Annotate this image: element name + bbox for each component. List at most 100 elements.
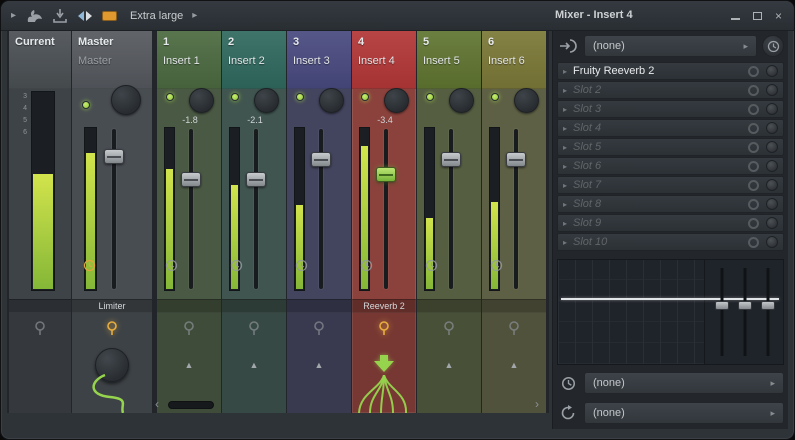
input-options-knob[interactable] [762, 35, 784, 57]
cycle-icon[interactable] [557, 402, 579, 424]
plug-icon[interactable] [106, 320, 119, 342]
horizontal-scrollbar[interactable]: ‹ › [153, 399, 539, 411]
slot-enable-ring[interactable] [748, 142, 759, 153]
clock-icon[interactable] [295, 259, 308, 277]
route-down-arrow-icon[interactable] [374, 355, 394, 377]
pan-knob[interactable] [384, 88, 409, 113]
effect-slot[interactable]: ▸ Slot 9 [557, 214, 784, 232]
audio-input-icon[interactable] [557, 35, 579, 57]
slot-mix-knob[interactable] [766, 179, 778, 191]
mute-led[interactable] [426, 93, 434, 101]
channel-header[interactable]: 6 Insert 6 [482, 31, 546, 89]
swan-icon[interactable] [25, 9, 43, 23]
mute-led[interactable] [491, 93, 499, 101]
effect-slot[interactable]: ▸ Slot 7 [557, 176, 784, 194]
slot-enable-ring[interactable] [748, 199, 759, 210]
effect-slot[interactable]: ▸ Slot 10 [557, 233, 784, 251]
slot-enable-ring[interactable] [748, 123, 759, 134]
mixer-channel[interactable]: Master Master Limiter [72, 31, 152, 413]
mixer-channel[interactable]: 3 Insert 3 ▲ [287, 31, 351, 413]
pan-knob[interactable] [319, 88, 344, 113]
route-up-arrow-icon[interactable]: ▲ [445, 360, 454, 370]
mute-led[interactable] [231, 93, 239, 101]
mixer-channel[interactable]: 4 Insert 4 -3.4 Reeverb 2 [352, 31, 416, 413]
slot-mix-knob[interactable] [766, 160, 778, 172]
color-swatch-icon[interactable] [102, 11, 117, 21]
pan-knob[interactable] [111, 85, 141, 115]
eq-band-low-fader[interactable] [714, 268, 730, 356]
fader-handle[interactable] [104, 149, 124, 164]
route-up-arrow-icon[interactable]: ▲ [185, 360, 194, 370]
route-up-arrow-icon[interactable]: ▲ [250, 360, 259, 370]
pan-knob[interactable] [254, 88, 279, 113]
slot-mix-knob[interactable] [766, 103, 778, 115]
fader-handle[interactable] [311, 152, 331, 167]
route-up-arrow-icon[interactable]: ▲ [510, 360, 519, 370]
clock-icon[interactable] [490, 259, 503, 277]
slot-mix-knob[interactable] [766, 198, 778, 210]
scroll-left-icon[interactable]: ‹ [155, 398, 159, 410]
effect-slot[interactable]: ▸ Slot 5 [557, 138, 784, 156]
channel-header[interactable]: 2 Insert 2 [222, 31, 286, 89]
pan-knob[interactable] [449, 88, 474, 113]
channel-header[interactable]: 4 Insert 4 [352, 31, 416, 89]
volume-fader[interactable] [441, 127, 461, 291]
channel-header[interactable]: 3 Insert 3 [287, 31, 351, 89]
slot-enable-ring[interactable] [748, 161, 759, 172]
fader-handle[interactable] [181, 172, 201, 187]
volume-fader[interactable] [376, 127, 396, 291]
fader-handle[interactable] [441, 152, 461, 167]
slot-enable-ring[interactable] [748, 66, 759, 77]
clock-icon[interactable] [165, 259, 178, 277]
menu-arrow-icon[interactable]: ▸ [11, 10, 16, 21]
mixer-channel[interactable]: 2 Insert 2 -2.1 ▲ [222, 31, 286, 413]
effect-slot[interactable]: ▸ Slot 4 [557, 119, 784, 137]
effect-slot[interactable]: ▸ Fruity Reeverb 2 [557, 62, 784, 80]
mute-led[interactable] [82, 101, 90, 109]
slot-mix-knob[interactable] [766, 236, 778, 248]
plug-icon[interactable] [183, 320, 196, 342]
slot-enable-ring[interactable] [748, 218, 759, 229]
route-up-arrow-icon[interactable]: ▲ [315, 360, 324, 370]
eq-band-high-fader[interactable] [760, 268, 776, 356]
minimize-button[interactable] [731, 13, 740, 20]
channel-header[interactable]: 1 Insert 1 [157, 31, 221, 89]
volume-fader[interactable] [181, 127, 201, 291]
effect-slot[interactable]: ▸ Slot 3 [557, 100, 784, 118]
volume-fader[interactable] [311, 127, 331, 291]
mute-led[interactable] [296, 93, 304, 101]
clock-icon[interactable] [360, 259, 373, 277]
channel-header[interactable]: Current [9, 31, 71, 89]
plug-icon[interactable] [378, 320, 391, 342]
plug-icon[interactable] [443, 320, 456, 342]
plug-icon[interactable] [313, 320, 326, 342]
mixer-channel[interactable]: 1 Insert 1 -1.8 ▲ [157, 31, 221, 413]
volume-fader[interactable] [506, 127, 526, 291]
mute-led[interactable] [361, 93, 369, 101]
slot-enable-ring[interactable] [748, 180, 759, 191]
effect-slot[interactable]: ▸ Slot 2 [557, 81, 784, 99]
pan-knob[interactable] [189, 88, 214, 113]
input-source-select[interactable]: (none) ▸ [584, 35, 757, 57]
channel-header[interactable]: 5 Insert 5 [417, 31, 481, 89]
fader-handle[interactable] [246, 172, 266, 187]
eq-display[interactable] [557, 259, 784, 365]
effect-slot[interactable]: ▸ Slot 8 [557, 195, 784, 213]
fader-handle[interactable] [376, 167, 396, 182]
volume-fader[interactable] [104, 127, 124, 291]
channel-header[interactable]: Master Master [72, 31, 152, 89]
close-button[interactable]: × [775, 10, 782, 22]
effect-slot[interactable]: ▸ Slot 6 [557, 157, 784, 175]
view-size-arrow-icon[interactable]: ▸ [192, 10, 197, 21]
plug-icon[interactable] [34, 320, 47, 342]
slot-mix-knob[interactable] [766, 65, 778, 77]
view-size-selector[interactable]: Extra large [130, 10, 183, 22]
slot-enable-ring[interactable] [748, 85, 759, 96]
pan-knob[interactable] [514, 88, 539, 113]
clock-icon[interactable] [425, 259, 438, 277]
plug-icon[interactable] [248, 320, 261, 342]
clock-icon[interactable] [557, 372, 579, 394]
scroll-right-icon[interactable]: › [535, 398, 539, 410]
slot-enable-ring[interactable] [748, 104, 759, 115]
maximize-button[interactable] [753, 12, 762, 20]
